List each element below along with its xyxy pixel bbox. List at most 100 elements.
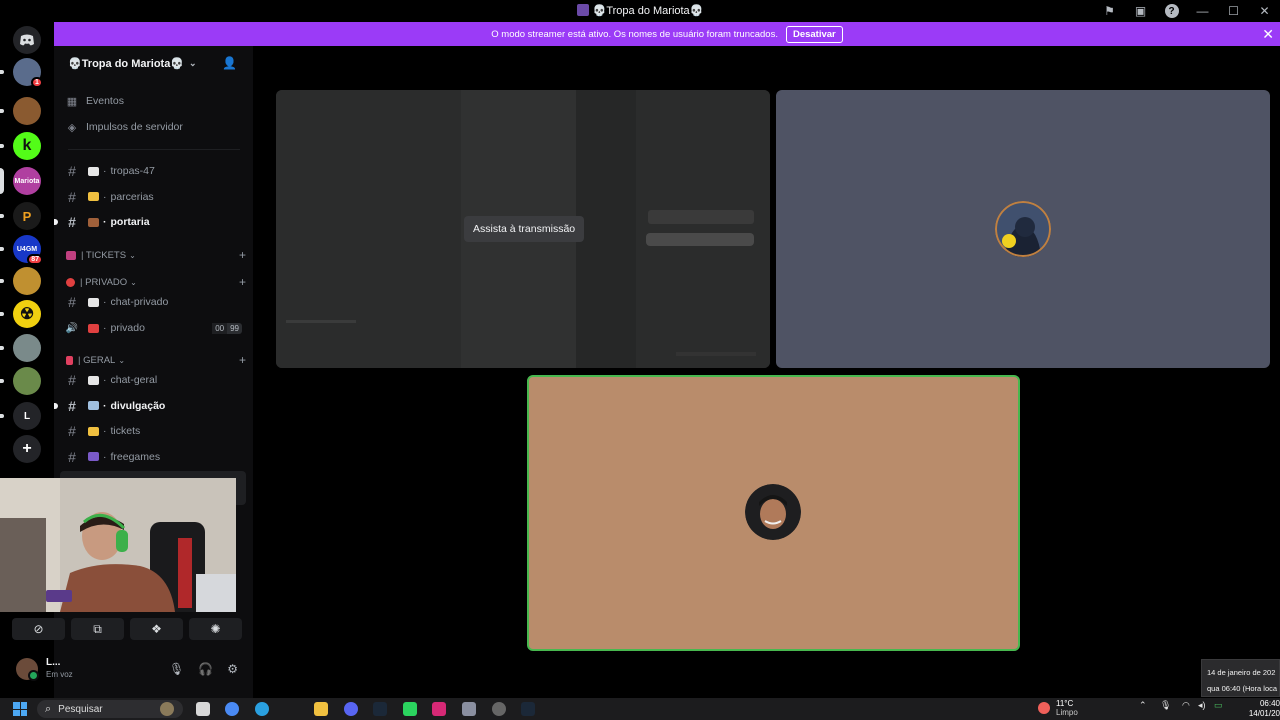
server-header[interactable]: 💀Tropa do Mariota💀 ⌄ 👤	[54, 46, 253, 80]
minimize-button[interactable]: —	[1187, 0, 1218, 22]
microphone-icon[interactable]: 🎙	[1160, 700, 1171, 711]
pycharm-icon[interactable]	[403, 702, 417, 716]
server-icon[interactable]	[13, 267, 41, 295]
events-item[interactable]: ▦ Eventos	[64, 90, 246, 112]
add-server-icon[interactable]: +	[13, 435, 41, 463]
server-pill	[0, 109, 4, 113]
channel-label: chat-privado	[110, 296, 169, 308]
channel-chat-privado[interactable]: # · chat-privado	[64, 291, 246, 313]
help-icon[interactable]: ?	[1156, 0, 1187, 22]
server-icon[interactable]	[13, 367, 41, 395]
disable-streamer-button[interactable]: Desativar	[785, 25, 843, 43]
taskbar: ⌕ Pesquisar 11°C Limpo ⌃ 🎙 ◠ ◂) ▭ 06:40 …	[0, 698, 1280, 720]
channel-label: divulgação	[110, 399, 166, 412]
server-icon[interactable]: ☢	[13, 300, 41, 328]
add-channel-icon[interactable]: +	[239, 248, 246, 262]
server-icon[interactable]: P	[13, 202, 41, 230]
channel-label: privado	[110, 322, 145, 334]
participant-tile[interactable]	[776, 90, 1270, 368]
steam-icon[interactable]	[521, 702, 535, 716]
chevron-up-icon[interactable]: ⌃	[1139, 700, 1147, 711]
channel-parcerias[interactable]: # · parcerias	[64, 186, 246, 208]
windows-start-icon[interactable]	[13, 702, 27, 716]
boost-icon: ◈	[67, 121, 77, 134]
channel-emoji-icon	[88, 426, 99, 436]
voice-user-limit: 00 99	[212, 322, 242, 334]
mention-badge: 87	[27, 254, 43, 265]
category-privado[interactable]: | PRIVADO ⌄ +	[66, 274, 246, 290]
valorant-icon[interactable]	[462, 702, 476, 716]
category-tickets[interactable]: | TICKETS ⌄ +	[66, 247, 246, 263]
flag-icon[interactable]: ⚑	[1094, 0, 1125, 22]
channel-tickets[interactable]: # · tickets	[64, 420, 246, 442]
channel-chat-geral[interactable]: # · chat-geral	[64, 369, 246, 391]
channel-divulga-o[interactable]: # · divulgação	[54, 395, 246, 417]
hash-icon: #	[68, 294, 76, 310]
steam-icon[interactable]	[373, 702, 387, 716]
unread-indicator	[54, 402, 58, 409]
channel-label: tropas-47	[110, 165, 155, 177]
server-icon[interactable]: L	[13, 402, 41, 430]
folder-icon[interactable]	[314, 702, 328, 716]
activities-icon[interactable]: ❖	[130, 618, 183, 640]
screen-share-icon[interactable]: ⧉	[71, 618, 124, 640]
channel-label: chat-geral	[110, 374, 158, 386]
server-boost-item[interactable]: ◈ Impulsos de servidor	[64, 116, 246, 138]
discord-home-icon[interactable]	[13, 26, 41, 54]
server-pill	[0, 144, 4, 148]
headphones-icon[interactable]: 🎧	[198, 662, 213, 676]
webcam-feed-image	[0, 478, 236, 612]
soundboard-icon[interactable]: ✺	[189, 618, 242, 640]
task-view-icon[interactable]	[196, 702, 210, 716]
server-icon[interactable]	[13, 334, 41, 362]
weather-widget[interactable]: 11°C Limpo	[1038, 699, 1078, 717]
server-pill	[0, 214, 4, 218]
voice-controls: ⊘ ⧉ ❖ ✺	[8, 614, 246, 646]
channel-emoji-icon	[88, 217, 99, 227]
unread-indicator	[54, 219, 58, 225]
add-channel-icon[interactable]: +	[239, 353, 246, 367]
channel-emoji-icon	[88, 323, 99, 333]
camera-off-icon[interactable]: ⊘	[12, 618, 65, 640]
avatar[interactable]	[16, 658, 39, 681]
channel-label: parcerias	[110, 190, 154, 203]
chevron-down-icon: ⌄	[189, 57, 197, 68]
server-pill	[0, 312, 4, 316]
channel-tropas-47[interactable]: # · tropas-47	[64, 160, 246, 182]
inbox-icon[interactable]: ▣	[1125, 0, 1156, 22]
search-icon: ⌕	[45, 702, 52, 715]
invite-icon[interactable]: 👤	[222, 56, 237, 70]
discord-taskbar-icon[interactable]	[344, 702, 358, 716]
gear-icon[interactable]: ⚙	[227, 662, 238, 676]
channel-privado[interactable]: 🔊 · privado 00 99	[64, 317, 246, 339]
server-icon[interactable]: k	[13, 132, 41, 160]
volume-icon[interactable]: ◂)	[1198, 700, 1206, 711]
channel-portaria[interactable]: # · portaria	[54, 211, 246, 233]
server-pill	[0, 379, 4, 383]
server-icon[interactable]: 1	[13, 58, 43, 88]
maximize-button[interactable]: ☐	[1218, 0, 1249, 22]
taskbar-clock[interactable]: 06:40 14/01/20	[1236, 699, 1280, 719]
wifi-icon[interactable]: ◠	[1182, 700, 1190, 711]
stream-tile[interactable]: Assista à transmissão	[276, 90, 770, 368]
server-pill	[0, 70, 4, 74]
instagram-icon[interactable]	[432, 702, 446, 716]
server-icon[interactable]: U4GM 87	[13, 235, 43, 265]
channel-freegames[interactable]: # · freegames	[64, 446, 246, 468]
chrome-icon[interactable]	[225, 702, 239, 716]
participant-tile-speaking[interactable]	[527, 375, 1020, 651]
category-geral[interactable]: | GERAL ⌄ +	[66, 352, 246, 368]
server-icon[interactable]: Mariota	[13, 167, 41, 195]
battery-icon[interactable]: ▭	[1214, 700, 1223, 711]
watch-stream-button[interactable]: Assista à transmissão	[464, 216, 585, 242]
server-icon[interactable]	[13, 97, 41, 125]
close-button[interactable]: ✕	[1249, 0, 1280, 22]
add-channel-icon[interactable]: +	[239, 275, 246, 289]
app-icon[interactable]	[492, 702, 506, 716]
close-icon[interactable]: ✕	[1262, 26, 1274, 43]
discord-window: 💀Tropa do Mariota💀 ⚑ ▣ ? — ☐ ✕ O modo st…	[0, 0, 1280, 720]
channel-label: portaria	[110, 216, 150, 228]
user-status: Em voz	[46, 670, 73, 679]
microphone-icon[interactable]: 🎙	[169, 662, 184, 676]
edge-icon[interactable]	[255, 702, 269, 716]
